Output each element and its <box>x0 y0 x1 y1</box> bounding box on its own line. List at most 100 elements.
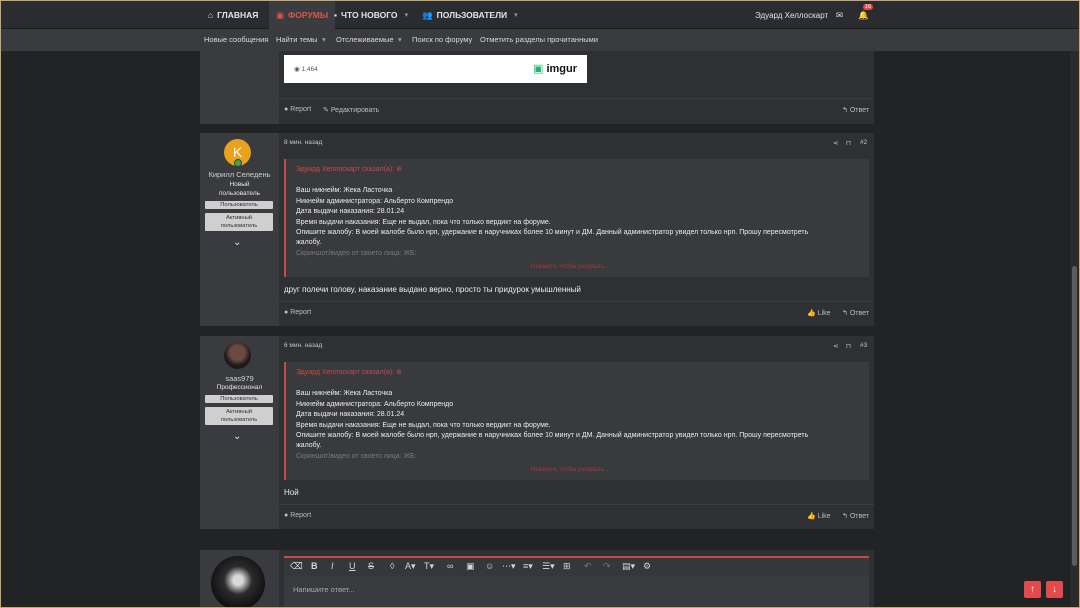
quote-header[interactable]: Эдуард Хеллоскарт сказал(а): ⊕ <box>296 165 402 173</box>
bold-icon[interactable]: B <box>311 561 318 571</box>
inbox-icon[interactable]: ✉ <box>836 1 843 29</box>
post-time[interactable]: 6 мин. назад <box>284 342 322 349</box>
quote-block: Эдуард Хеллоскарт сказал(а): ⊕ Ваш никне… <box>284 159 869 277</box>
like-button[interactable]: 👍 Like <box>807 309 831 317</box>
subnav-find-threads[interactable]: Найти темы <box>276 29 318 51</box>
share-icon[interactable]: ⋖ <box>833 342 838 350</box>
table-icon[interactable]: ⊞ <box>563 561 571 572</box>
quote-header[interactable]: Эдуард Хеллоскарт сказал(а): ⊕ <box>296 368 402 376</box>
subnav-search[interactable]: Поиск по форуму <box>412 29 472 51</box>
chevron-down-icon[interactable]: ⌄ <box>233 431 241 442</box>
bookmark-icon[interactable]: ⊓ <box>846 139 851 147</box>
post-author[interactable]: Кирилл Селедень <box>200 170 279 179</box>
report-label: Report <box>290 106 312 113</box>
link-icon[interactable]: ∞ <box>447 561 453 571</box>
quote-block: Эдуард Хеллоскарт сказал(а): ⊕ Ваш никне… <box>284 362 869 480</box>
user-badge: Пользователь <box>205 201 273 209</box>
nav-whats-new[interactable]: ▪ ЧТО НОВОГО ▾ <box>334 1 408 29</box>
prev-post-actions: ● Report ✎ Редактировать ↰ Ответ <box>279 98 874 122</box>
post-sidebar: K Кирилл Селедень Новый пользователь Пол… <box>200 133 279 326</box>
subnav-watched[interactable]: Отслеживаемые <box>336 29 394 51</box>
settings-icon[interactable]: ⚙ <box>643 561 651 572</box>
scroll-top-button[interactable]: ↑ <box>1024 581 1041 598</box>
report-button[interactable]: ● Report <box>284 309 311 316</box>
color-icon[interactable]: ◊ <box>390 561 394 571</box>
chat-icon: ▪ <box>334 10 338 20</box>
undo-icon[interactable]: ↶ <box>584 561 592 572</box>
scrollbar[interactable] <box>1070 51 1079 607</box>
quote-fade: Скриншот/видео от своего лица: ЖБ: <box>296 250 417 257</box>
imgur-label: imgur <box>546 63 577 75</box>
nav-users[interactable]: 👥 ПОЛЬЗОВАТЕЛИ ▾ <box>422 1 518 29</box>
views-count: ◉ 1,464 <box>294 65 318 73</box>
more-icon[interactable]: ⋯▾ <box>502 561 516 572</box>
underline-icon[interactable]: U <box>349 561 356 571</box>
imgur-logo: ▣ imgur <box>532 63 577 75</box>
quote-line: жалобу. <box>296 442 322 449</box>
online-indicator <box>234 159 242 167</box>
eraser-icon[interactable]: ⌫ <box>290 561 303 572</box>
italic-icon[interactable]: I <box>331 561 334 571</box>
quote-fade: Скриншот/видео от своего лица: ЖБ: <box>296 453 417 460</box>
reply-button[interactable]: ↰ Ответ <box>842 309 869 317</box>
post: saas979 Профессионал Пользователь Активн… <box>200 336 874 529</box>
user-menu[interactable]: Эдуард Хеллоскарт <box>755 1 828 29</box>
nav-forums[interactable]: ▣ ФОРУМЫ <box>269 1 336 29</box>
expand-quote[interactable]: Нажмите, чтобы раскрыть... <box>531 264 609 270</box>
image-icon[interactable]: ▣ <box>466 561 475 572</box>
quote-line: Никнейм администратора: Альберто Компрен… <box>296 198 454 205</box>
post-number[interactable]: #2 <box>860 139 867 146</box>
views-label: 1,464 <box>301 66 318 73</box>
nav-home[interactable]: ⌂ ГЛАВНАЯ <box>208 1 258 29</box>
reply-button[interactable]: ↰ Ответ <box>842 512 869 520</box>
post-number[interactable]: #3 <box>860 342 867 349</box>
prev-post-sidebar <box>200 51 279 124</box>
subnav-new-posts[interactable]: Новые сообщения <box>204 29 268 51</box>
expand-quote[interactable]: Нажмите, чтобы раскрыть... <box>531 467 609 473</box>
sub-nav: Новые сообщения Найти темы ▾ Отслеживаем… <box>1 29 1079 51</box>
avatar[interactable] <box>224 342 251 369</box>
user-badge: Пользователь <box>205 395 273 403</box>
reply-input[interactable]: Напишите ответ... <box>284 576 869 607</box>
redo-icon[interactable]: ↷ <box>603 561 611 572</box>
user-badge: Активный пользователь <box>205 213 273 231</box>
drafts-icon[interactable]: ▤▾ <box>622 561 635 572</box>
badge-line: пользователь <box>220 223 258 229</box>
quote-line: Время выдачи наказания: Еще не выдал, по… <box>296 422 551 429</box>
font-size-icon[interactable]: A▾ <box>405 561 416 572</box>
like-button[interactable]: 👍 Like <box>807 512 831 520</box>
reply-label: Ответ <box>849 513 869 520</box>
bookmark-icon[interactable]: ⊓ <box>846 342 851 350</box>
like-label: Like <box>817 310 831 317</box>
badge-line: пользователь <box>220 417 258 423</box>
chevron-down-icon[interactable]: ⌄ <box>233 237 241 248</box>
emoji-icon[interactable]: ☺ <box>485 561 494 571</box>
edit-button[interactable]: ✎ Редактировать <box>323 106 379 114</box>
quote-line: Дата выдачи наказания: 28.01.24 <box>296 208 405 215</box>
font-family-icon[interactable]: T▾ <box>424 561 434 572</box>
post-time[interactable]: 8 мин. назад <box>284 139 322 146</box>
quote-line: Никнейм администратора: Альберто Компрен… <box>296 401 454 408</box>
report-button[interactable]: ● Report <box>284 512 311 519</box>
scroll-bottom-button[interactable]: ↓ <box>1046 581 1063 598</box>
nav-forums-label: ФОРУМЫ <box>288 10 329 20</box>
reply-button[interactable]: ↰ Ответ <box>842 106 869 114</box>
imgur-embed[interactable]: ◉ 1,464 ▣ imgur <box>284 55 587 83</box>
badge-line: Активный <box>225 215 253 221</box>
report-label: Report <box>290 512 312 519</box>
nav-users-label: ПОЛЬЗОВАТЕЛИ <box>436 10 508 20</box>
list-icon[interactable]: ☰▾ <box>542 561 555 572</box>
post: K Кирилл Селедень Новый пользователь Пол… <box>200 133 874 326</box>
report-button[interactable]: ● Report <box>284 106 311 113</box>
post-author[interactable]: saas979 <box>200 374 279 383</box>
subnav-mark-read[interactable]: Отметить разделы прочитанными <box>480 29 598 51</box>
strike-icon[interactable]: S <box>368 561 374 571</box>
avatar[interactable] <box>211 556 265 607</box>
forum-icon: ▣ <box>276 9 285 20</box>
prev-post: ◉ 1,464 ▣ imgur ● Report ✎ Редактировать… <box>200 51 874 124</box>
share-icon[interactable]: ⋖ <box>833 139 838 147</box>
quote-line: Опишите жалобу: В моей жалобе было нрп, … <box>296 229 809 236</box>
align-icon[interactable]: ≡▾ <box>523 561 533 572</box>
scrollbar-thumb[interactable] <box>1072 266 1077 566</box>
post-actions: ● Report 👍 Like ↰ Ответ <box>279 504 874 528</box>
